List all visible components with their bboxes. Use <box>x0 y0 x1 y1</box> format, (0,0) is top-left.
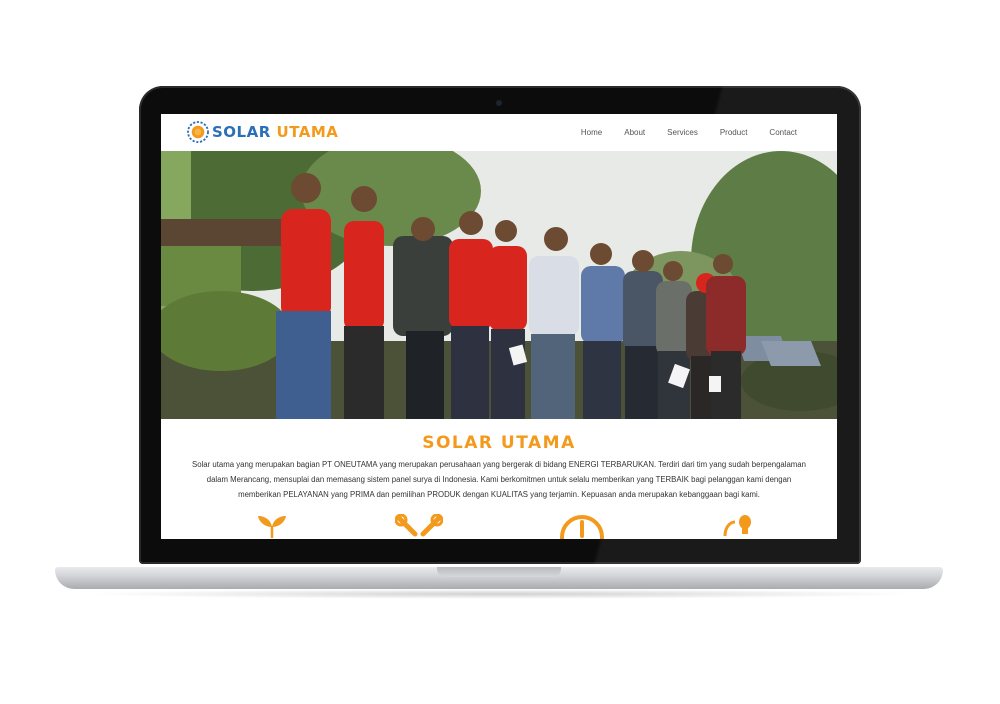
nav-services[interactable]: Services <box>667 128 698 137</box>
logo-text: SOLAR UTAMA <box>212 123 338 141</box>
nav-product[interactable]: Product <box>720 128 748 137</box>
main-nav: Home About Services Product Contact <box>581 114 797 151</box>
hero-slider[interactable] <box>161 151 837 419</box>
intro-section: SOLAR UTAMA Solar utama yang merupakan b… <box>161 419 837 539</box>
logo-part1: SOLAR <box>212 123 271 141</box>
feature-icons <box>161 514 837 539</box>
nav-contact[interactable]: Contact <box>769 128 797 137</box>
intro-paragraph: Solar utama yang merupakan bagian PT ONE… <box>192 460 806 499</box>
hero-photo <box>161 151 837 419</box>
logo-part2: UTAMA <box>276 123 339 141</box>
site-logo[interactable]: SOLAR UTAMA <box>187 120 338 144</box>
laptop-base <box>55 567 943 589</box>
navbar: SOLAR UTAMA Home About Services Product … <box>161 114 837 152</box>
camera-icon <box>496 100 502 106</box>
bulb-icon[interactable] <box>721 514 755 538</box>
power-icon[interactable] <box>559 514 605 539</box>
leaf-icon[interactable] <box>255 514 289 538</box>
laptop-notch <box>437 567 561 577</box>
intro-title: SOLAR UTAMA <box>422 433 576 453</box>
laptop-shadow <box>80 589 920 599</box>
nav-home[interactable]: Home <box>581 128 602 137</box>
nav-about[interactable]: About <box>624 128 645 137</box>
sun-logo-icon <box>187 121 209 143</box>
tools-icon[interactable] <box>395 514 443 539</box>
laptop-screen: SOLAR UTAMA Home About Services Product … <box>161 114 837 539</box>
